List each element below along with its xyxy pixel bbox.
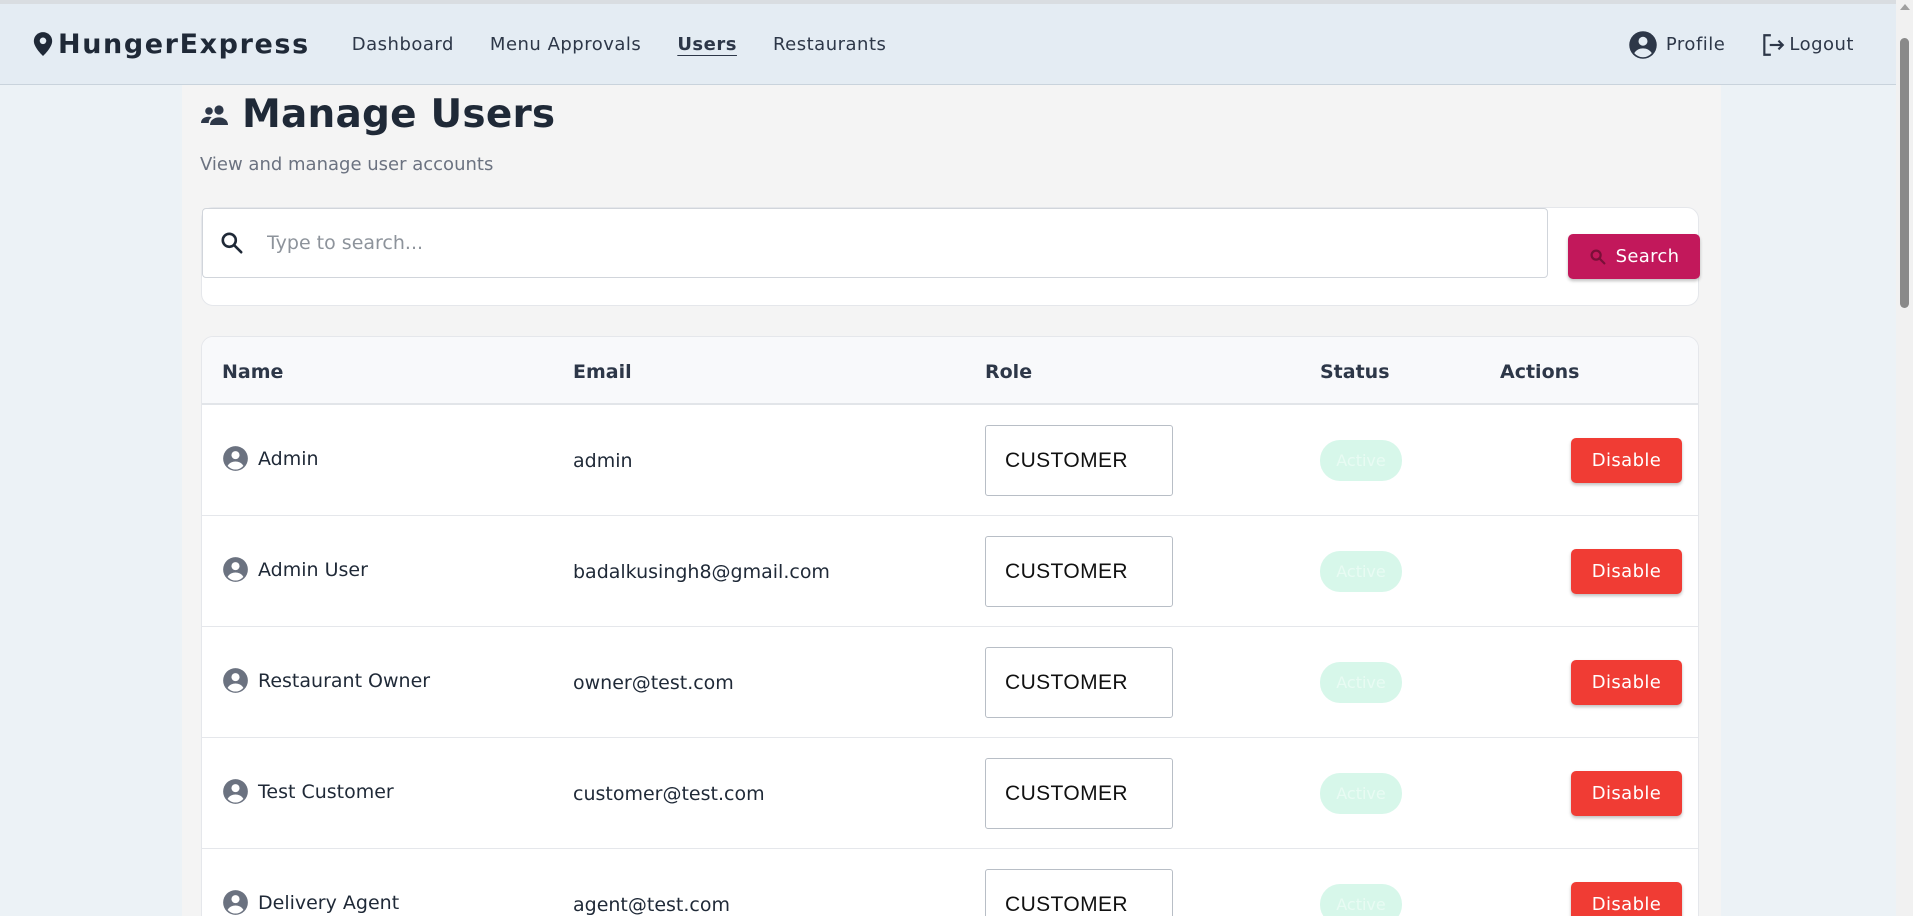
status-badge: Active — [1320, 884, 1402, 916]
role-select[interactable]: CUSTOMER — [985, 425, 1173, 496]
user-name-cell: Admin User — [222, 556, 368, 583]
search-field[interactable] — [202, 208, 1548, 278]
page-scrollbar[interactable] — [1896, 0, 1913, 916]
user-email: agent@test.com — [573, 894, 730, 916]
account-circle-icon — [223, 668, 248, 693]
nav-users[interactable]: Users — [677, 34, 737, 55]
status-badge: Active — [1320, 551, 1402, 592]
users-table: Name Email Role Status Actions Admin admi… — [201, 336, 1699, 916]
account-circle-icon — [223, 446, 248, 471]
logout-link[interactable]: Logout — [1759, 32, 1854, 58]
account-circle-icon — [223, 557, 248, 582]
user-name: Delivery Agent — [258, 891, 400, 914]
table-row: Admin admin CUSTOMER Active Disable — [202, 405, 1698, 516]
table-header: Name Email Role Status Actions — [202, 337, 1698, 405]
search-icon — [221, 232, 243, 254]
account-circle-icon — [223, 890, 248, 915]
people-icon — [201, 104, 228, 125]
scroll-up-arrow-icon[interactable] — [1900, 4, 1910, 10]
brand-logo[interactable]: HungerExpress — [32, 29, 310, 60]
header-role: Role — [985, 361, 1033, 383]
nav-restaurants[interactable]: Restaurants — [773, 34, 886, 55]
main-nav: Dashboard Menu Approvals Users Restauran… — [352, 34, 923, 55]
user-name: Admin — [258, 447, 319, 470]
top-navbar: HungerExpress Dashboard Menu Approvals U… — [0, 0, 1896, 85]
search-button-label: Search — [1615, 246, 1680, 267]
table-row: Test Customer customer@test.com CUSTOMER Ac… — [202, 738, 1698, 849]
account-circle-icon — [223, 779, 248, 804]
user-email: customer@test.com — [573, 783, 765, 805]
user-name-cell: Admin — [222, 445, 319, 472]
disable-button[interactable]: Disable — [1571, 882, 1682, 916]
logout-icon — [1763, 33, 1785, 56]
user-name: Restaurant Owner — [258, 669, 431, 692]
search-button[interactable]: Search — [1568, 234, 1700, 279]
disable-button[interactable]: Disable — [1571, 771, 1682, 816]
search-icon — [1590, 249, 1606, 264]
user-email: owner@test.com — [573, 672, 734, 694]
header-status: Status — [1320, 361, 1390, 383]
header-name: Name — [222, 361, 284, 383]
role-select[interactable]: CUSTOMER — [985, 536, 1173, 607]
user-menu: Profile Logout — [1594, 4, 1854, 85]
nav-menu-approvals[interactable]: Menu Approvals — [490, 34, 641, 55]
user-email: admin — [573, 450, 633, 472]
role-select[interactable]: CUSTOMER — [985, 758, 1173, 829]
status-badge: Active — [1320, 440, 1402, 481]
location-pin-icon — [33, 32, 53, 56]
user-name-cell: Restaurant Owner — [222, 667, 430, 694]
user-name-cell: Delivery Agent — [222, 889, 399, 916]
page-title: Manage Users — [242, 92, 556, 137]
account-circle-icon — [1629, 30, 1657, 59]
status-badge: Active — [1320, 662, 1402, 703]
page-header: Manage Users — [200, 92, 555, 137]
role-select[interactable]: CUSTOMER — [985, 869, 1173, 916]
table-row: Restaurant Owner owner@test.com CUSTOMER Ac… — [202, 627, 1698, 738]
disable-button[interactable]: Disable — [1571, 549, 1682, 594]
profile-label: Profile — [1665, 34, 1726, 55]
table-row: Delivery Agent agent@test.com CUSTOMER Acti… — [202, 849, 1698, 916]
status-badge: Active — [1320, 773, 1402, 814]
search-card: Search — [201, 207, 1700, 306]
nav-dashboard[interactable]: Dashboard — [352, 34, 454, 55]
role-select[interactable]: CUSTOMER — [985, 647, 1173, 718]
table-row: Admin User badalkusingh8@gmail.com CUSTOME… — [202, 516, 1698, 627]
header-email: Email — [573, 361, 632, 383]
user-name: Admin User — [258, 558, 368, 581]
user-name-cell: Test Customer — [222, 778, 394, 805]
disable-button[interactable]: Disable — [1571, 438, 1682, 483]
brand-name: HungerExpress — [58, 28, 310, 60]
logout-label: Logout — [1789, 34, 1854, 55]
user-email: badalkusingh8@gmail.com — [573, 561, 830, 583]
page-subtitle: View and manage user accounts — [200, 154, 494, 175]
header-actions: Actions — [1500, 361, 1580, 383]
user-name: Test Customer — [258, 780, 394, 803]
scrollbar-thumb[interactable] — [1900, 38, 1909, 308]
profile-link[interactable]: Profile — [1628, 30, 1725, 60]
disable-button[interactable]: Disable — [1571, 660, 1682, 705]
search-input[interactable] — [267, 232, 1467, 254]
